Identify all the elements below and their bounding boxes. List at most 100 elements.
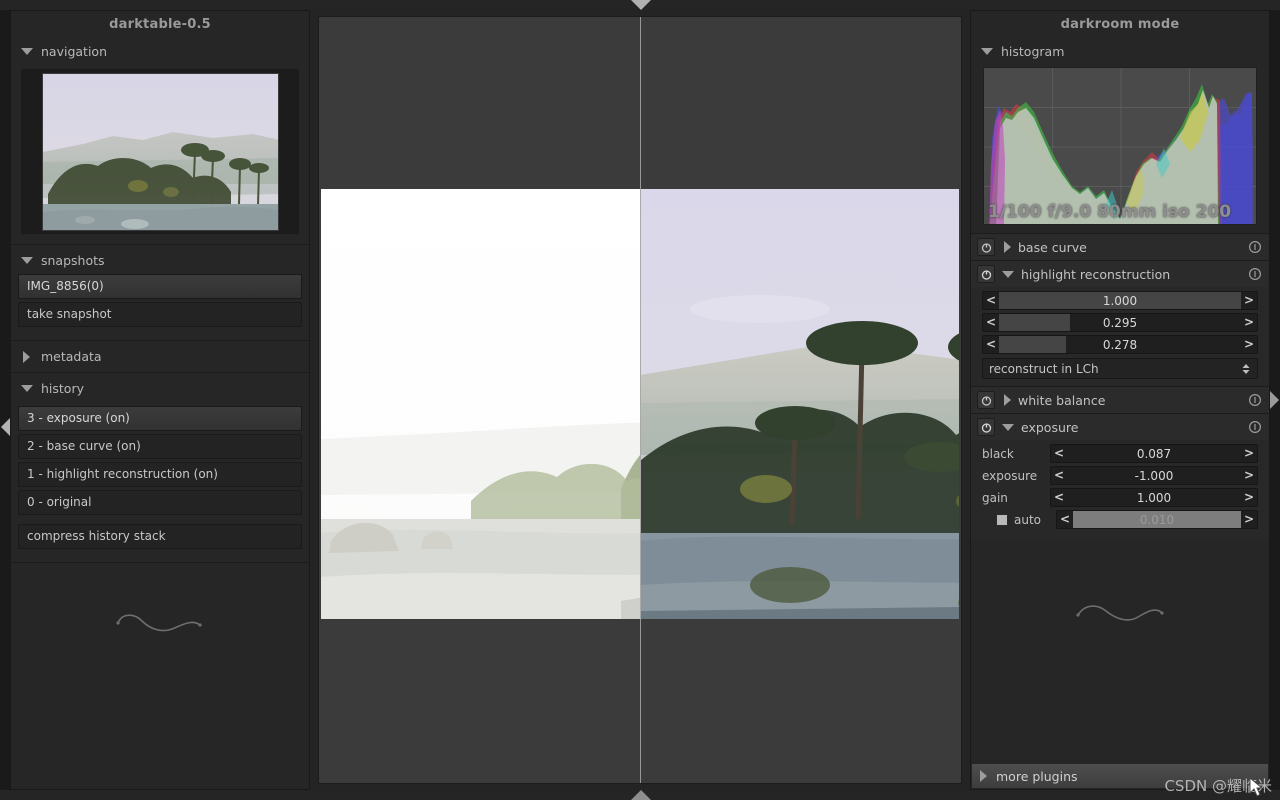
- hlrec-slider-2[interactable]: < 0.295 >: [982, 313, 1258, 332]
- reset-icon[interactable]: [1248, 240, 1262, 254]
- history-item[interactable]: 1 - highlight reconstruction (on): [18, 462, 302, 487]
- chevron-down-icon[interactable]: [981, 48, 993, 55]
- slider-track[interactable]: 1.000: [999, 292, 1241, 309]
- slider-track[interactable]: 0.295: [999, 314, 1241, 331]
- slider-track[interactable]: -1.000: [1067, 467, 1241, 484]
- gain-slider[interactable]: < 1.000 >: [1050, 488, 1258, 507]
- collapse-right-panel-icon[interactable]: [1269, 390, 1279, 410]
- module-name: base curve: [1018, 239, 1087, 255]
- collapse-left-panel-icon[interactable]: [1, 418, 10, 436]
- chevron-right-icon[interactable]: [23, 350, 30, 363]
- decrement-arrow[interactable]: <: [1051, 467, 1067, 484]
- section-snapshots[interactable]: snapshots: [11, 249, 309, 272]
- increment-arrow[interactable]: >: [1241, 314, 1257, 331]
- module-name: exposure: [1021, 419, 1079, 435]
- chevron-down-icon[interactable]: [1002, 270, 1014, 278]
- slider-value: 1.000: [1102, 293, 1138, 308]
- decrement-arrow[interactable]: <: [983, 314, 999, 331]
- expand-top-panel-icon[interactable]: [631, 0, 651, 10]
- slider-label: exposure: [982, 468, 1038, 483]
- chevron-right-icon[interactable]: [1004, 241, 1011, 253]
- module-exposure: exposure black < 0.087 > exposure < -1.0…: [971, 413, 1269, 539]
- module-header[interactable]: base curve: [971, 234, 1269, 260]
- histogram-exif-text: 1/100 f/9.0 80mm iso 200: [988, 202, 1232, 222]
- power-toggle-button[interactable]: [977, 238, 995, 256]
- module-name: highlight reconstruction: [1021, 266, 1171, 282]
- auto-threshold-slider[interactable]: < 0.010 >: [1056, 510, 1258, 529]
- mode-title: darkroom mode: [1060, 17, 1180, 32]
- image-after: [640, 189, 959, 619]
- section-metadata-label: metadata: [41, 349, 102, 364]
- auto-label: auto: [1014, 512, 1042, 527]
- slider-label: black: [982, 446, 1014, 461]
- snapshots-body: IMG_8856(0) take snapshot: [11, 272, 309, 336]
- history-item[interactable]: 2 - base curve (on): [18, 434, 302, 459]
- navigation-thumbnail[interactable]: [41, 72, 279, 231]
- decrement-arrow[interactable]: <: [1057, 511, 1073, 528]
- chevron-down-icon[interactable]: [21, 385, 33, 392]
- take-snapshot-button[interactable]: take snapshot: [18, 302, 302, 327]
- exposure-gain-row: gain < 1.000 >: [982, 488, 1258, 507]
- slider-track[interactable]: 0.010: [1073, 511, 1241, 528]
- preview-after-half[interactable]: [640, 189, 959, 619]
- increment-arrow[interactable]: >: [1241, 445, 1257, 462]
- decrement-arrow[interactable]: <: [983, 336, 999, 353]
- exposure-exposure-row: exposure < -1.000 >: [982, 466, 1258, 485]
- split-preview[interactable]: [321, 189, 959, 619]
- compress-history-stack-button[interactable]: compress history stack: [18, 524, 302, 549]
- hlrec-slider-1[interactable]: < 1.000 >: [982, 291, 1258, 310]
- increment-arrow[interactable]: >: [1241, 467, 1257, 484]
- increment-arrow[interactable]: >: [1241, 336, 1257, 353]
- section-histogram[interactable]: histogram: [971, 40, 1269, 63]
- section-navigation-label: navigation: [41, 44, 107, 59]
- reconstruct-mode-dropdown[interactable]: reconstruct in LCh: [982, 358, 1258, 379]
- history-item[interactable]: 3 - exposure (on): [18, 406, 302, 431]
- power-toggle-button[interactable]: [977, 418, 995, 436]
- chevron-right-icon[interactable]: [1004, 394, 1011, 406]
- reset-icon[interactable]: [1248, 393, 1262, 407]
- power-icon: [981, 395, 991, 406]
- power-toggle-button[interactable]: [977, 391, 995, 409]
- center-canvas[interactable]: [318, 16, 962, 784]
- left-edge-handle[interactable]: [0, 0, 10, 800]
- module-header[interactable]: highlight reconstruction: [971, 261, 1269, 287]
- decrement-arrow[interactable]: <: [1051, 445, 1067, 462]
- auto-checkbox[interactable]: [996, 513, 1008, 526]
- decrement-arrow[interactable]: <: [983, 292, 999, 309]
- module-name: white balance: [1018, 392, 1106, 408]
- split-divider[interactable]: [640, 189, 641, 619]
- module-header[interactable]: exposure: [971, 414, 1269, 440]
- slider-track[interactable]: 0.087: [1067, 445, 1241, 462]
- histogram-widget[interactable]: 1/100 f/9.0 80mm iso 200: [983, 67, 1257, 225]
- chevron-down-icon[interactable]: [21, 257, 33, 264]
- power-toggle-button[interactable]: [977, 265, 995, 283]
- power-icon: [981, 242, 991, 253]
- top-edge-handle[interactable]: [0, 0, 1280, 10]
- slider-track[interactable]: 0.278: [999, 336, 1241, 353]
- chevron-down-icon[interactable]: [1002, 423, 1014, 431]
- expand-bottom-panel-icon[interactable]: [631, 790, 651, 800]
- chevron-right-icon[interactable]: [980, 770, 987, 782]
- reset-icon[interactable]: [1248, 267, 1262, 281]
- right-edge-handle[interactable]: [1269, 0, 1280, 800]
- increment-arrow[interactable]: >: [1241, 511, 1257, 528]
- reset-icon[interactable]: [1248, 420, 1262, 434]
- navigation-thumbnail-box[interactable]: [21, 69, 299, 234]
- snapshot-item[interactable]: IMG_8856(0): [18, 274, 302, 299]
- preview-before-half[interactable]: [321, 189, 640, 619]
- increment-arrow[interactable]: >: [1241, 292, 1257, 309]
- module-header[interactable]: white balance: [971, 387, 1269, 413]
- increment-arrow[interactable]: >: [1241, 489, 1257, 506]
- exposure-slider[interactable]: < -1.000 >: [1050, 466, 1258, 485]
- slider-track[interactable]: 1.000: [1067, 489, 1241, 506]
- section-metadata[interactable]: metadata: [11, 345, 309, 368]
- black-slider[interactable]: < 0.087 >: [1050, 444, 1258, 463]
- history-item[interactable]: 0 - original: [18, 490, 302, 515]
- darktable-window: darktable-0.5 navigation snapshots IMG_8…: [0, 0, 1280, 800]
- bottom-edge-handle[interactable]: [0, 790, 1280, 800]
- section-navigation[interactable]: navigation: [11, 40, 309, 63]
- section-history[interactable]: history: [11, 377, 309, 400]
- hlrec-slider-3[interactable]: < 0.278 >: [982, 335, 1258, 354]
- decrement-arrow[interactable]: <: [1051, 489, 1067, 506]
- chevron-down-icon[interactable]: [21, 48, 33, 55]
